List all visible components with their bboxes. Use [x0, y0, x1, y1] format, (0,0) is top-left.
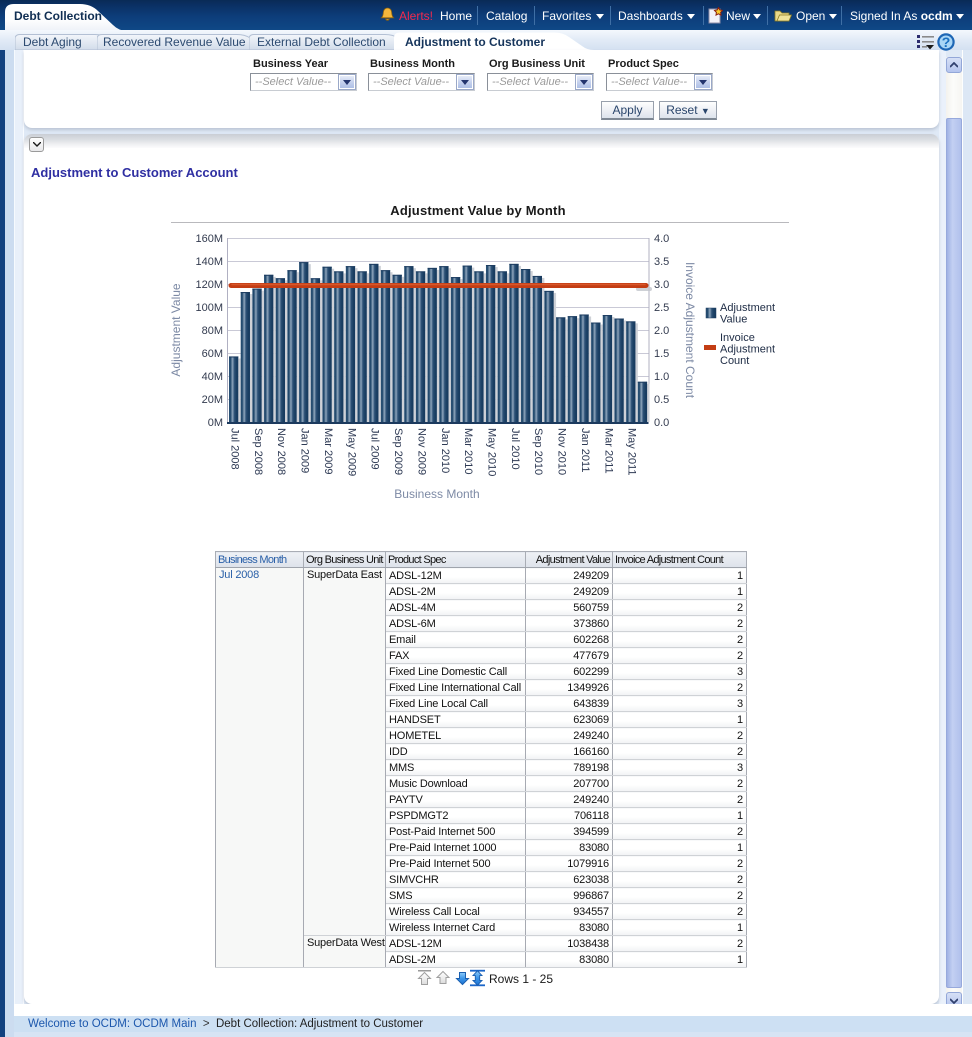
- svg-text:160M: 160M: [195, 233, 223, 245]
- svg-text:May 2009: May 2009: [345, 428, 357, 476]
- svg-text:Debt Aging: Debt Aging: [23, 35, 82, 49]
- svg-text:Recovered Revenue Value: Recovered Revenue Value: [103, 35, 246, 49]
- svg-text:100M: 100M: [195, 302, 223, 314]
- svg-text:60M: 60M: [202, 348, 223, 360]
- svg-text:?: ?: [942, 34, 951, 50]
- svg-text:0M: 0M: [208, 417, 223, 429]
- svg-text:4.0: 4.0: [654, 233, 669, 245]
- svg-text:Nov 2009: Nov 2009: [415, 428, 427, 475]
- svg-text:2.0: 2.0: [654, 325, 669, 337]
- svg-text:Nov 2008: Nov 2008: [275, 428, 287, 475]
- svg-text:Adjustment Value by Month: Adjustment Value by Month: [390, 203, 565, 218]
- svg-text:80M: 80M: [202, 325, 223, 337]
- svg-text:Jul 2008: Jul 2008: [229, 428, 241, 470]
- svg-text:Jul 2010: Jul 2010: [509, 428, 521, 470]
- svg-text:Business Month: Business Month: [394, 487, 479, 501]
- svg-text:Adjustment: Adjustment: [720, 344, 775, 356]
- svg-text:3.0: 3.0: [654, 279, 669, 291]
- svg-text:Jan 2011: Jan 2011: [579, 428, 591, 472]
- svg-text:1.0: 1.0: [654, 371, 669, 383]
- svg-text:Mar 2009: Mar 2009: [322, 428, 334, 474]
- svg-text:Sep 2009: Sep 2009: [392, 428, 404, 475]
- svg-text:Adjustment: Adjustment: [720, 302, 775, 314]
- svg-text:0.0: 0.0: [654, 417, 669, 429]
- svg-text:May 2010: May 2010: [486, 428, 498, 476]
- svg-text:Mar 2010: Mar 2010: [462, 428, 474, 474]
- svg-text:May 2011: May 2011: [626, 428, 638, 475]
- svg-text:Rows 1 - 25: Rows 1 - 25: [489, 972, 553, 986]
- svg-text:Value: Value: [720, 314, 747, 326]
- svg-text:Jan 2010: Jan 2010: [439, 428, 451, 473]
- svg-text:Invoice: Invoice: [720, 332, 755, 344]
- svg-text:Invoice Adjustment Count: Invoice Adjustment Count: [683, 262, 697, 399]
- svg-text:0.5: 0.5: [654, 394, 669, 406]
- svg-text:Adjustment to Customer: Adjustment to Customer: [405, 35, 545, 49]
- svg-text:140M: 140M: [195, 256, 223, 268]
- svg-text:Mar 2011: Mar 2011: [602, 428, 614, 474]
- svg-text:Jan 2009: Jan 2009: [299, 428, 311, 473]
- svg-text:External Debt Collection: External Debt Collection: [257, 35, 386, 49]
- svg-text:40M: 40M: [202, 371, 223, 383]
- svg-text:Count: Count: [720, 355, 749, 367]
- svg-text:120M: 120M: [195, 279, 223, 291]
- svg-text:Adjustment Value: Adjustment Value: [169, 283, 183, 376]
- svg-text:2.5: 2.5: [654, 302, 669, 314]
- svg-text:Jul 2009: Jul 2009: [369, 428, 381, 470]
- svg-text:Sep 2008: Sep 2008: [252, 428, 264, 475]
- svg-text:Sep 2010: Sep 2010: [532, 428, 544, 475]
- svg-text:Nov 2010: Nov 2010: [556, 428, 568, 475]
- svg-text:3.5: 3.5: [654, 256, 669, 268]
- svg-text:1.5: 1.5: [654, 348, 669, 360]
- svg-text:20M: 20M: [202, 394, 223, 406]
